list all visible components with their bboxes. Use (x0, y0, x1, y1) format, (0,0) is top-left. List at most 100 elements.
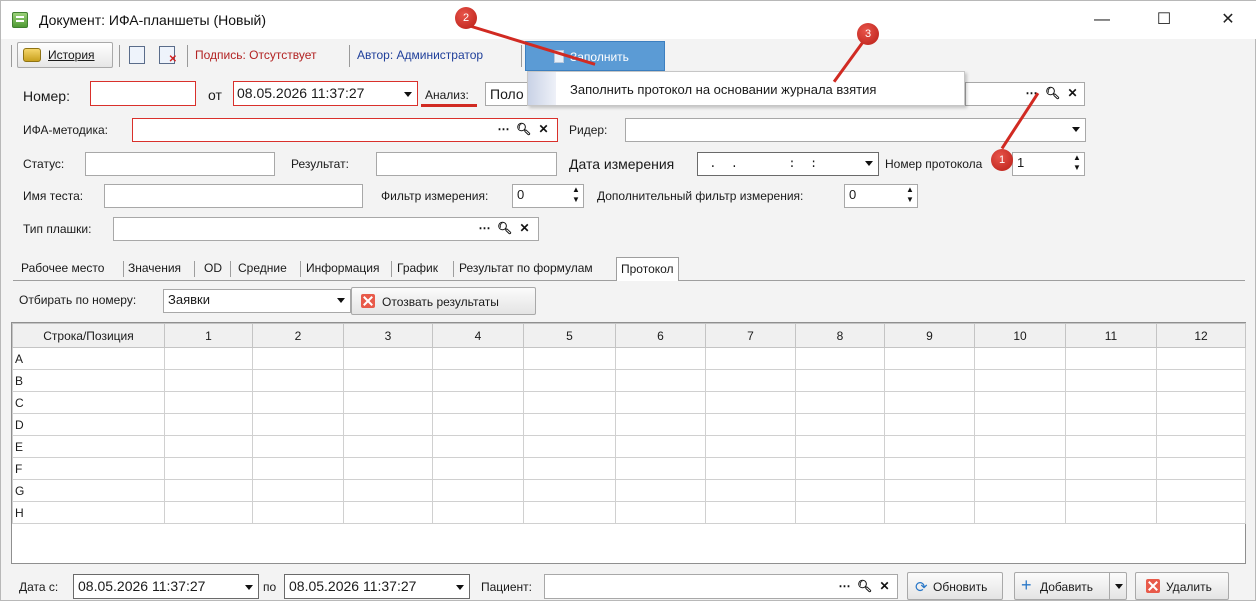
chevron-down-icon[interactable] (1067, 119, 1085, 139)
table-row[interactable]: C (12, 391, 1246, 414)
patient-field[interactable]: ⋯ 🔍︎ ✕ (544, 574, 898, 599)
grid-cell[interactable] (974, 413, 1066, 436)
tab-od[interactable]: OD (204, 261, 222, 275)
grid-cell[interactable] (1156, 369, 1246, 392)
grid-cell[interactable] (432, 435, 524, 458)
search-icon[interactable]: 🔍︎ (1045, 84, 1060, 102)
test-name-field[interactable] (104, 184, 363, 208)
grid-cell[interactable] (705, 347, 796, 370)
row-label[interactable]: A (12, 347, 165, 370)
row-label[interactable]: B (12, 369, 165, 392)
plate-type-field[interactable]: ⋯ 🔍︎ ✕ (113, 217, 539, 241)
grid-cell[interactable] (974, 435, 1066, 458)
grid-header-column[interactable]: 3 (343, 323, 433, 348)
grid-cell[interactable] (795, 391, 885, 414)
chevron-down-icon[interactable] (860, 153, 878, 173)
table-row[interactable]: A (12, 347, 1246, 370)
number-field[interactable] (90, 81, 196, 106)
grid-cell[interactable] (974, 457, 1066, 480)
grid-cell[interactable] (795, 457, 885, 480)
grid-cell[interactable] (795, 435, 885, 458)
grid-cell[interactable] (884, 435, 975, 458)
grid-cell[interactable] (705, 413, 796, 436)
grid-cell[interactable] (1156, 435, 1246, 458)
grid-cell[interactable] (615, 413, 706, 436)
grid-cell[interactable] (884, 479, 975, 502)
measure-date-field[interactable]: . . : : (697, 152, 879, 176)
grid-cell[interactable] (1065, 391, 1157, 414)
chevron-down-icon[interactable] (399, 84, 417, 104)
chevron-down-icon[interactable] (1110, 576, 1126, 596)
search-icon[interactable]: 🔍︎ (516, 120, 531, 138)
grid-cell[interactable] (1156, 479, 1246, 502)
grid-cell[interactable] (252, 347, 344, 370)
grid-cell[interactable] (705, 479, 796, 502)
search-icon[interactable]: 🔍︎ (497, 219, 512, 237)
method-field[interactable]: ⋯ 🔍︎ ✕ (132, 118, 558, 142)
grid-cell[interactable] (705, 435, 796, 458)
grid-cell[interactable] (164, 479, 253, 502)
grid-cell[interactable] (615, 369, 706, 392)
table-row[interactable]: E (12, 435, 1246, 458)
grid-header-column[interactable]: 9 (884, 323, 975, 348)
grid-cell[interactable] (795, 413, 885, 436)
grid-cell[interactable] (343, 369, 433, 392)
clear-icon[interactable]: ✕ (517, 219, 532, 237)
grid-cell[interactable] (1065, 457, 1157, 480)
grid-header-column[interactable]: 1 (164, 323, 253, 348)
grid-header-column[interactable]: 6 (615, 323, 706, 348)
grid-cell[interactable] (884, 457, 975, 480)
spinner-icon[interactable]: ▲ ▼ (569, 185, 583, 205)
grid-cell[interactable] (884, 413, 975, 436)
grid-header-column[interactable]: 10 (974, 323, 1066, 348)
grid-cell[interactable] (1156, 413, 1246, 436)
grid-cell[interactable] (1156, 347, 1246, 370)
date-to-field[interactable]: 08.05.2026 11:37:27 (284, 574, 470, 599)
grid-cell[interactable] (432, 347, 524, 370)
sign-document-icon[interactable] (129, 46, 145, 64)
tab-protocol[interactable]: Протокол (616, 257, 679, 282)
grid-cell[interactable] (974, 501, 1066, 524)
grid-cell[interactable] (252, 479, 344, 502)
table-row[interactable]: G (12, 479, 1246, 502)
tab-information[interactable]: Информация (306, 261, 379, 275)
grid-cell[interactable] (523, 457, 616, 480)
row-label[interactable]: H (12, 501, 165, 524)
grid-cell[interactable] (795, 501, 885, 524)
table-row[interactable]: H (12, 501, 1246, 524)
grid-cell[interactable] (343, 479, 433, 502)
grid-header-column[interactable]: 7 (705, 323, 796, 348)
grid-cell[interactable] (252, 435, 344, 458)
grid-cell[interactable] (974, 369, 1066, 392)
grid-cell[interactable] (884, 347, 975, 370)
row-label[interactable]: E (12, 435, 165, 458)
grid-cell[interactable] (884, 391, 975, 414)
search-icon[interactable]: 🔍︎ (857, 577, 872, 595)
add-button[interactable]: + Добавить (1014, 572, 1127, 600)
grid-header-column[interactable]: 8 (795, 323, 885, 348)
grid-cell[interactable] (164, 369, 253, 392)
grid-cell[interactable] (164, 347, 253, 370)
grid-cell[interactable] (1065, 479, 1157, 502)
grid-cell[interactable] (252, 501, 344, 524)
grid-cell[interactable] (1065, 413, 1157, 436)
chevron-down-icon[interactable] (451, 577, 469, 597)
grid-cell[interactable] (523, 369, 616, 392)
extra-filter-field[interactable]: 0 ▲ ▼ (844, 184, 918, 208)
clear-icon[interactable]: ✕ (877, 577, 892, 595)
grid-cell[interactable] (432, 369, 524, 392)
grid-cell[interactable] (252, 413, 344, 436)
grid-cell[interactable] (1065, 435, 1157, 458)
row-label[interactable]: D (12, 413, 165, 436)
date-field[interactable]: 08.05.2026 11:37:27 (233, 81, 418, 106)
row-label[interactable]: F (12, 457, 165, 480)
grid-cell[interactable] (705, 501, 796, 524)
grid-cell[interactable] (432, 501, 524, 524)
grid-cell[interactable] (343, 391, 433, 414)
grid-cell[interactable] (164, 391, 253, 414)
grid-cell[interactable] (343, 457, 433, 480)
grid-cell[interactable] (615, 501, 706, 524)
ellipsis-icon[interactable]: ⋯ (496, 120, 511, 138)
grid-cell[interactable] (252, 369, 344, 392)
grid-header-position[interactable]: Строка/Позиция (12, 323, 165, 348)
